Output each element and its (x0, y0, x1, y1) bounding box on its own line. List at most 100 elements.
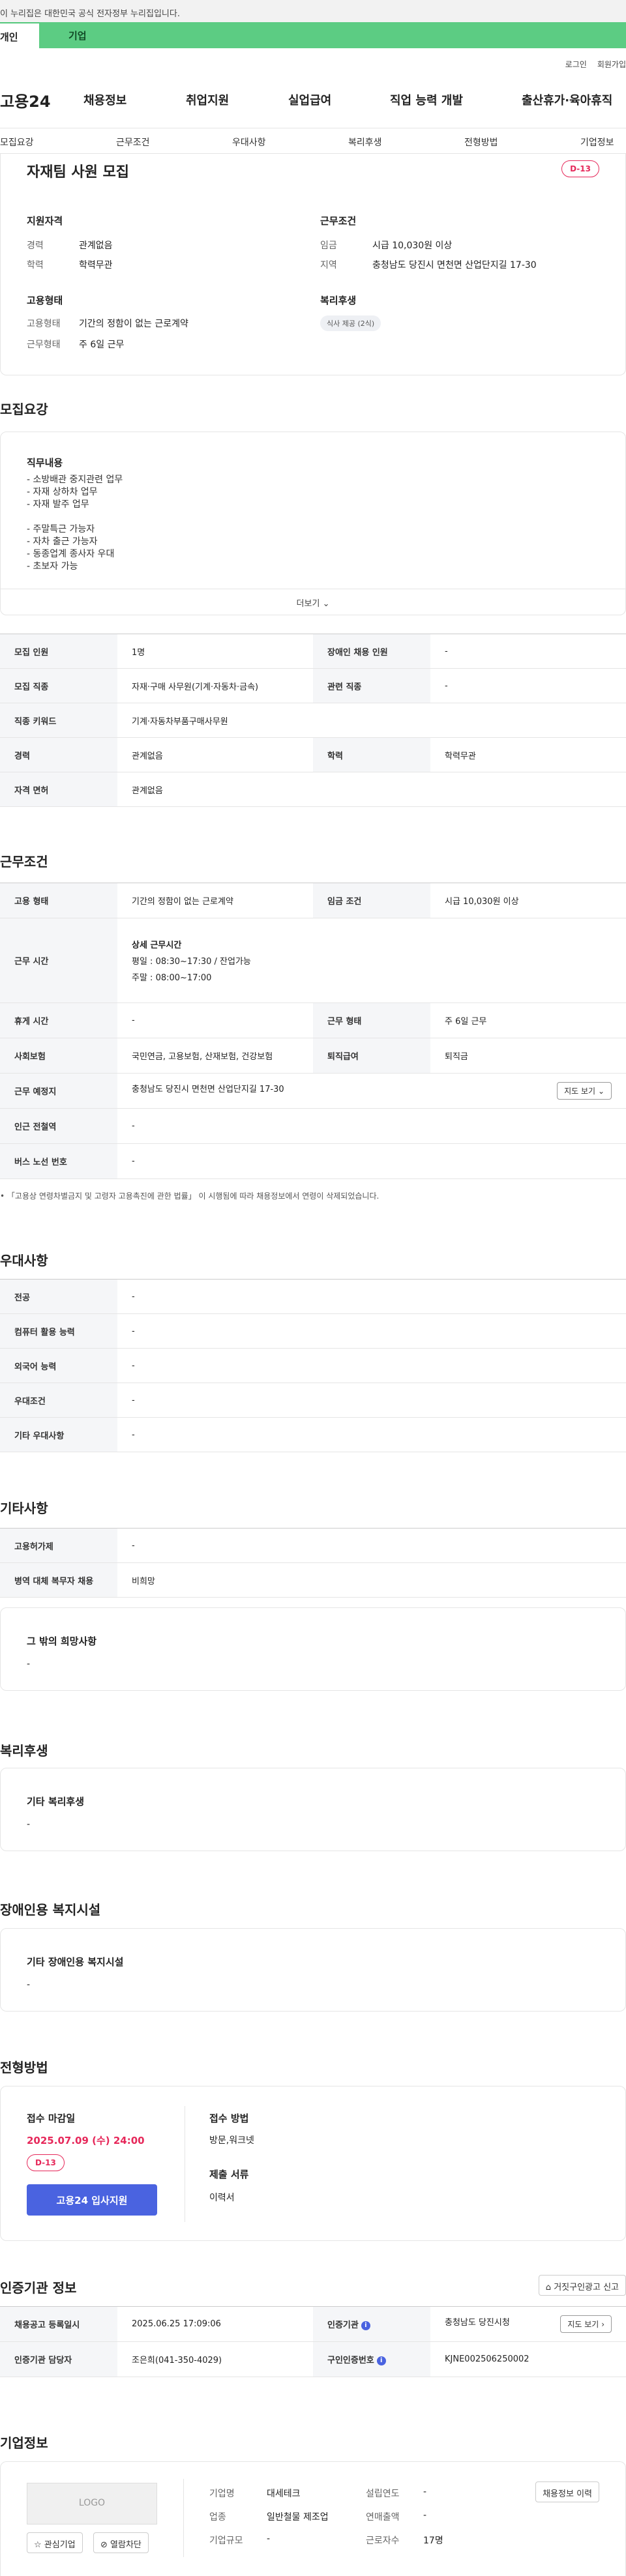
duty-line: - 자재 발주 업무 (27, 499, 89, 510)
welfare-chip: 식사 제공 (2식) (320, 315, 381, 331)
table-cell: 시급 10,030원 이상 (430, 883, 626, 918)
table-header: 고용 형태 (0, 883, 117, 918)
age-note: • 「고용상 연령차별금지 및 고령자 고용촉진에 관한 법률」 이 시행됨에 … (0, 1192, 380, 1201)
table-header: 학력 (313, 737, 430, 772)
table-row: 병역 대체 복무자 채용 비희망 (0, 1562, 626, 1598)
table-header: 기타 우대사항 (0, 1417, 117, 1452)
table-header: 외국어 능력 (0, 1348, 117, 1383)
emp-label: 근무형태 (27, 340, 61, 350)
duty-heading: 직무내용 (27, 457, 63, 469)
more-button[interactable]: 더보기 ⌄ (1, 589, 625, 615)
subnav-recruit[interactable]: 모집요강 (0, 136, 34, 149)
emp-label: 고용형태 (27, 319, 61, 329)
company-label: 근로자수 (366, 2536, 400, 2546)
company-value: - (267, 2534, 271, 2544)
table-header: 구인인증번호 i (313, 2341, 430, 2377)
site-logo[interactable]: 고용24 (0, 89, 51, 111)
table-cell: 자재·구매 사무원(기계·자동차·금속) (117, 668, 313, 703)
table-header: 임금 조건 (313, 883, 430, 918)
table-header: 직종 키워드 (0, 703, 117, 738)
qual-label: 학력 (27, 260, 44, 271)
job-summary-card: 자재팀 사원 모집 D-13 지원자격 경력 관계없음 학력 학력무관 근무조건… (0, 154, 626, 375)
company-label: 연매출액 (366, 2512, 400, 2523)
table-cell: 상세 근무시간 평일 : 08:30~17:30 / 잔업가능 주말 : 08:… (117, 918, 626, 1003)
login-link[interactable]: 로그인 (565, 59, 587, 70)
company-value: 17명 (423, 2536, 443, 2546)
table-row: 모집 직종 자재·구매 사무원(기계·자동차·금속) 관련 직종 - (0, 668, 626, 703)
table-cell: - (117, 1003, 313, 1038)
table-header: 채용공고 등록일시 (0, 2306, 117, 2342)
table-row: 모집 인원 1명 장애인 채용 인원 - (0, 634, 626, 669)
signup-link[interactable]: 회원가입 (597, 59, 626, 70)
info-icon[interactable]: i (361, 2320, 370, 2330)
hours-weekday: 평일 : 08:30~17:30 / 잔업가능 (132, 957, 251, 967)
favorite-company-button[interactable]: ☆ 관심기업 (27, 2532, 83, 2553)
table-cell: - (117, 1108, 626, 1144)
duty-line: - 소방배관 중지관련 업무 (27, 475, 123, 485)
pref-table: 전공 - 컴퓨터 활용 능력 - 외국어 능력 - 우대조건 - 기타 우대사항 - (0, 1279, 626, 1452)
section-title-company: 기업정보 (0, 2435, 48, 2451)
table-row: 전공 - (0, 1279, 626, 1314)
subnav-benefits[interactable]: 복리후생 (348, 136, 382, 149)
nav-item-jobs[interactable]: 채용정보 (83, 91, 127, 108)
table-row: 근무 시간 상세 근무시간 평일 : 08:30~17:30 / 잔업가능 주말… (0, 918, 626, 1003)
table-header: 고용허가제 (0, 1528, 117, 1563)
company-value: 대세테크 (267, 2489, 301, 2499)
table-cell: 국민연금, 고용보험, 산재보험, 건강보험 (117, 1038, 313, 1074)
subnav-pref[interactable]: 우대사항 (232, 136, 266, 149)
subnav-process[interactable]: 전형방법 (464, 136, 498, 149)
benefits-value: - (27, 1819, 31, 1830)
recruit-table: 모집 인원 1명 장애인 채용 인원 - 모집 직종 자재·구매 사무원(기계·… (0, 634, 626, 807)
welfare-heading: 복리후생 (320, 295, 357, 306)
company-label: 업종 (209, 2512, 226, 2523)
table-row: 인증기관 담당자 조은희(041-350-4029) 구인인증번호 i KJNE0… (0, 2341, 626, 2377)
map-button[interactable]: 지도 보기 ⌄ (557, 1082, 612, 1100)
table-header: 근무 예정지 (0, 1073, 117, 1109)
table-cell: 관계없음 (117, 737, 313, 772)
info-icon[interactable]: i (376, 2356, 386, 2365)
etc-table: 고용허가제 - 병역 대체 복무자 채용 비희망 (0, 1528, 626, 1598)
table-header: 인근 전철역 (0, 1108, 117, 1144)
table-cell: 충청남도 당진시 면천면 산업단지길 17-30 지도 보기 ⌄ (117, 1073, 626, 1109)
duty-spacer (27, 511, 123, 523)
main-nav: 고용24 채용정보 취업지원 실업급여 직업 능력 개발 출산휴가·육아휴직 (0, 82, 626, 117)
chevron-down-icon: ⌄ (597, 1087, 604, 1096)
section-title-agency: 인증기관 정보 (0, 2280, 77, 2296)
company-label: 기업규모 (209, 2536, 243, 2546)
tab-individual[interactable]: 개인 (0, 22, 39, 48)
job-history-button[interactable]: 채용정보 이력 (535, 2481, 599, 2502)
qual-value: 관계없음 (79, 241, 113, 251)
table-row: 인근 전철역 - (0, 1108, 626, 1144)
subnav-company[interactable]: 기업정보 (580, 136, 614, 149)
job-title: 자재팀 사원 모집 (27, 164, 129, 181)
table-cell: - (117, 1417, 626, 1452)
table-row: 기타 우대사항 - (0, 1417, 626, 1452)
subnav-work[interactable]: 근무조건 (116, 136, 150, 149)
nav-item-employment-support[interactable]: 취업지원 (186, 91, 229, 108)
table-cell: - (430, 668, 626, 703)
nav-item-leave[interactable]: 출산휴가·육아휴직 (522, 91, 612, 108)
map-button[interactable]: 지도 보기 › (560, 2315, 612, 2333)
table-header: 자격 면허 (0, 772, 117, 807)
other-wish-value: - (27, 1659, 31, 1669)
table-header: 모집 직종 (0, 668, 117, 703)
duty-card: 직무내용 - 소방배관 중지관련 업무 - 자재 상하차 업무 - 자재 발주 … (0, 432, 626, 615)
company-card: LOGO ☆ 관심기업 ⊘ 열람차단 기업명 대세테크 설립연도 - 업종 일반… (0, 2461, 626, 2576)
benefits-card: 기타 복리후생 - (0, 1768, 626, 1851)
table-cell: - (117, 1528, 626, 1563)
nav-item-training[interactable]: 직업 능력 개발 (390, 91, 463, 108)
table-header: 컴퓨터 활용 능력 (0, 1313, 117, 1349)
table-cell: 조은희(041-350-4029) (117, 2341, 313, 2377)
block-view-button[interactable]: ⊘ 열람차단 (93, 2532, 149, 2553)
tab-corporate[interactable]: 기업 (39, 22, 626, 48)
star-icon: ☆ (34, 2540, 42, 2550)
other-wish-heading: 그 밖의 희망사항 (27, 1635, 97, 1647)
section-title-work: 근무조건 (0, 854, 48, 870)
table-header: 근무 형태 (313, 1003, 430, 1038)
table-header: 관련 직종 (313, 668, 430, 703)
nav-item-unemployment[interactable]: 실업급여 (288, 91, 331, 108)
report-false-ad-button[interactable]: ⌂ 거짓구인광고 신고 (538, 2275, 626, 2296)
apply-button[interactable]: 고용24 입사지원 (27, 2184, 157, 2216)
table-header: 우대조건 (0, 1383, 117, 1418)
table-row: 고용 형태 기간의 정함이 없는 근로계약 임금 조건 시급 10,030원 이… (0, 883, 626, 918)
